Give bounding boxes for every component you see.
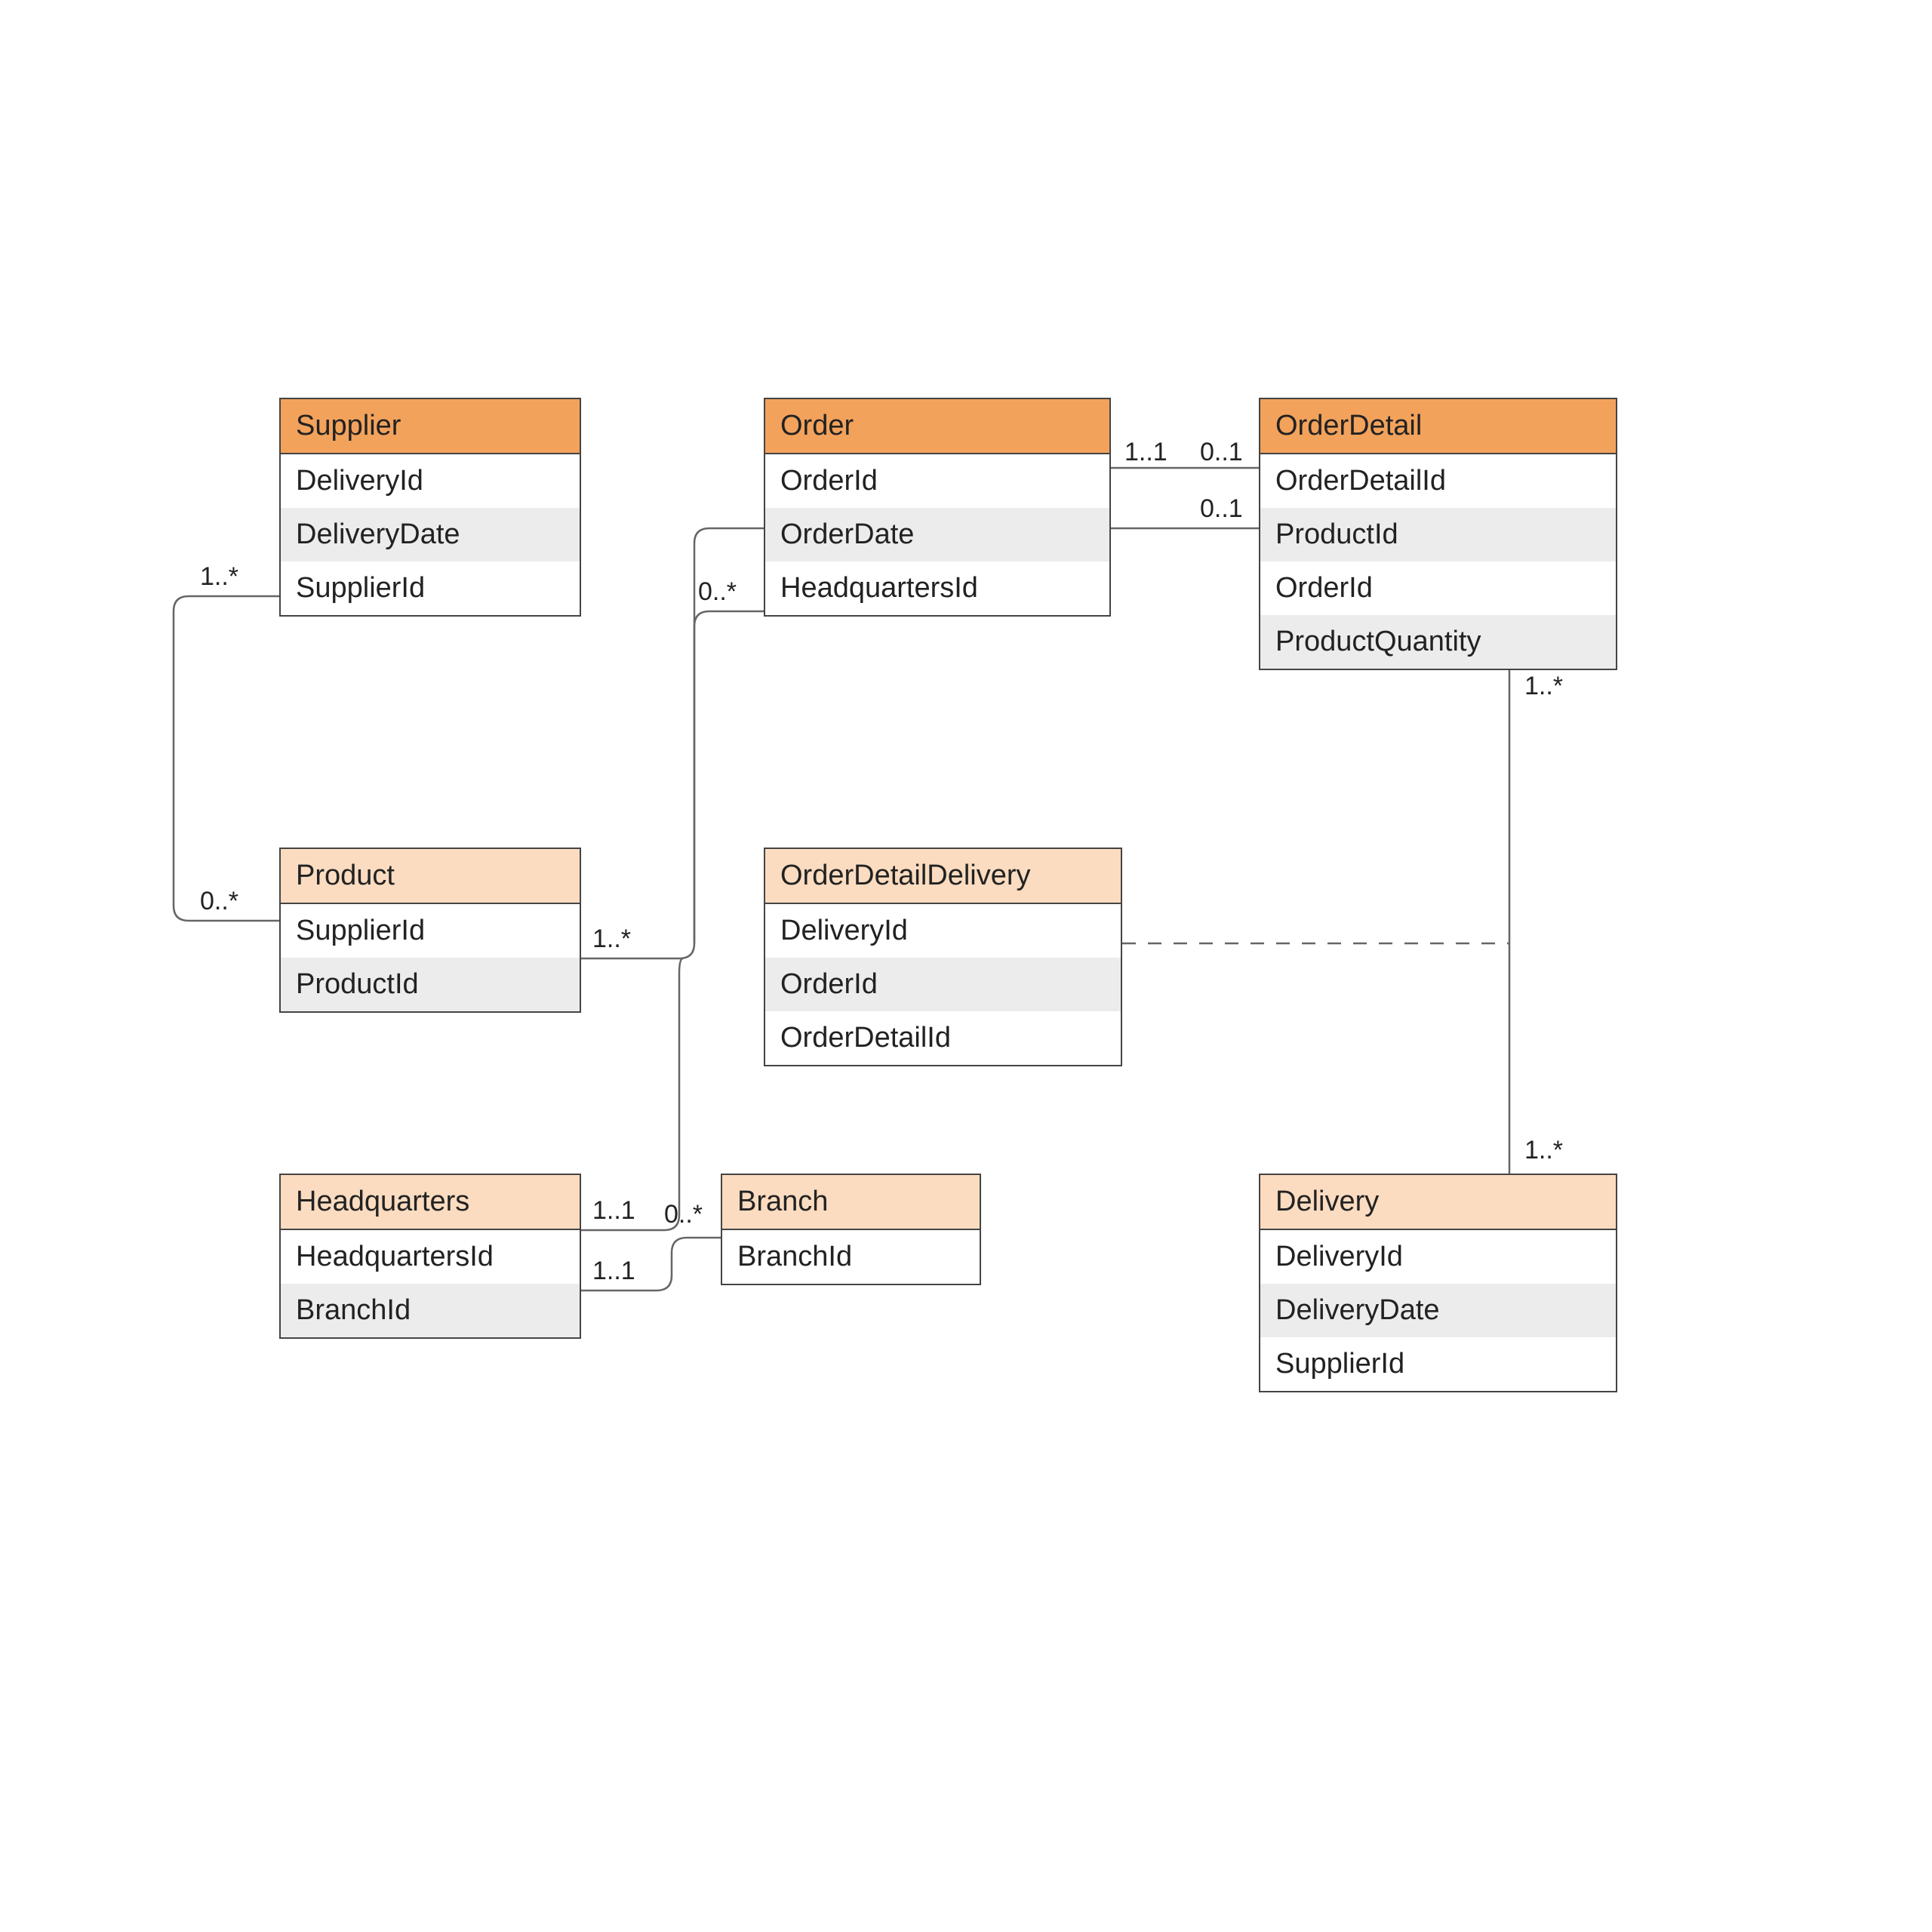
entity-attr: OrderDetailId	[765, 1011, 1121, 1065]
entity-attr: OrderDate	[765, 508, 1109, 561]
mult-supplier-top: 1..*	[200, 562, 238, 592]
edge-supplier-product	[174, 596, 279, 921]
entity-branch: BranchBranchId	[721, 1174, 981, 1285]
entity-title: Headquarters	[281, 1175, 580, 1230]
entity-supplier: SupplierDeliveryIdDeliveryDateSupplierId	[279, 398, 581, 617]
entity-title: OrderDetailDelivery	[765, 849, 1121, 904]
entity-orderdetaildelivery: OrderDetailDeliveryDeliveryIdOrderIdOrde…	[764, 848, 1122, 1066]
entity-product: ProductSupplierIdProductId	[279, 848, 581, 1013]
entity-attr: ProductId	[281, 958, 580, 1011]
entity-attr: DeliveryId	[281, 454, 580, 508]
mult-delivery-top: 1..*	[1524, 1136, 1563, 1165]
entity-attr: DeliveryId	[765, 904, 1121, 958]
entity-attr: OrderDetailId	[1260, 454, 1616, 508]
entity-attr: DeliveryDate	[1260, 1284, 1616, 1337]
entity-attr: BranchId	[281, 1284, 580, 1337]
entity-attr: HeadquartersId	[765, 561, 1109, 615]
mult-orderdetail-topleft: 0..1	[1200, 438, 1243, 467]
mult-product-right: 1..*	[592, 924, 631, 954]
mult-orderdetail-bottom: 1..*	[1524, 672, 1563, 701]
edge-hq-order	[581, 958, 683, 1230]
entity-attr: OrderId	[765, 958, 1121, 1011]
mult-product-left: 0..*	[200, 887, 238, 916]
entity-headquarters: HeadquartersHeadquartersIdBranchId	[279, 1174, 581, 1339]
entity-attr: BranchId	[722, 1230, 980, 1284]
er-diagram-canvas: SupplierDeliveryIdDeliveryDateSupplierId…	[0, 0, 1932, 1932]
entity-attr: OrderId	[765, 454, 1109, 508]
entity-orderdetail: OrderDetailOrderDetailIdProductIdOrderId…	[1259, 398, 1617, 670]
entity-attr: HeadquartersId	[281, 1230, 580, 1284]
mult-order-left: 0..*	[698, 577, 737, 607]
entity-title: Supplier	[281, 399, 580, 454]
entity-title: Delivery	[1260, 1175, 1616, 1230]
edge-product-order-trunk	[581, 611, 764, 958]
entity-attr: DeliveryId	[1260, 1230, 1616, 1284]
entity-attr: SupplierId	[1260, 1337, 1616, 1391]
entity-title: Product	[281, 849, 580, 904]
mult-hq-upper: 1..1	[592, 1196, 635, 1226]
entity-attr: SupplierId	[281, 561, 580, 615]
entity-attr: SupplierId	[281, 904, 580, 958]
mult-orderdetail-lower: 0..1	[1200, 494, 1243, 524]
entity-attr: ProductQuantity	[1260, 615, 1616, 669]
mult-hq-lower: 1..1	[592, 1257, 635, 1286]
entity-attr: OrderId	[1260, 561, 1616, 615]
entity-title: Branch	[722, 1175, 980, 1230]
mult-order-right: 1..1	[1124, 438, 1168, 467]
entity-attr: DeliveryDate	[281, 508, 580, 561]
mult-branch-left: 0..*	[664, 1200, 703, 1229]
entity-order: OrderOrderIdOrderDateHeadquartersId	[764, 398, 1111, 617]
entity-title: Order	[765, 399, 1109, 454]
entity-attr: ProductId	[1260, 508, 1616, 561]
entity-title: OrderDetail	[1260, 399, 1616, 454]
entity-delivery: DeliveryDeliveryIdDeliveryDateSupplierId	[1259, 1174, 1617, 1392]
